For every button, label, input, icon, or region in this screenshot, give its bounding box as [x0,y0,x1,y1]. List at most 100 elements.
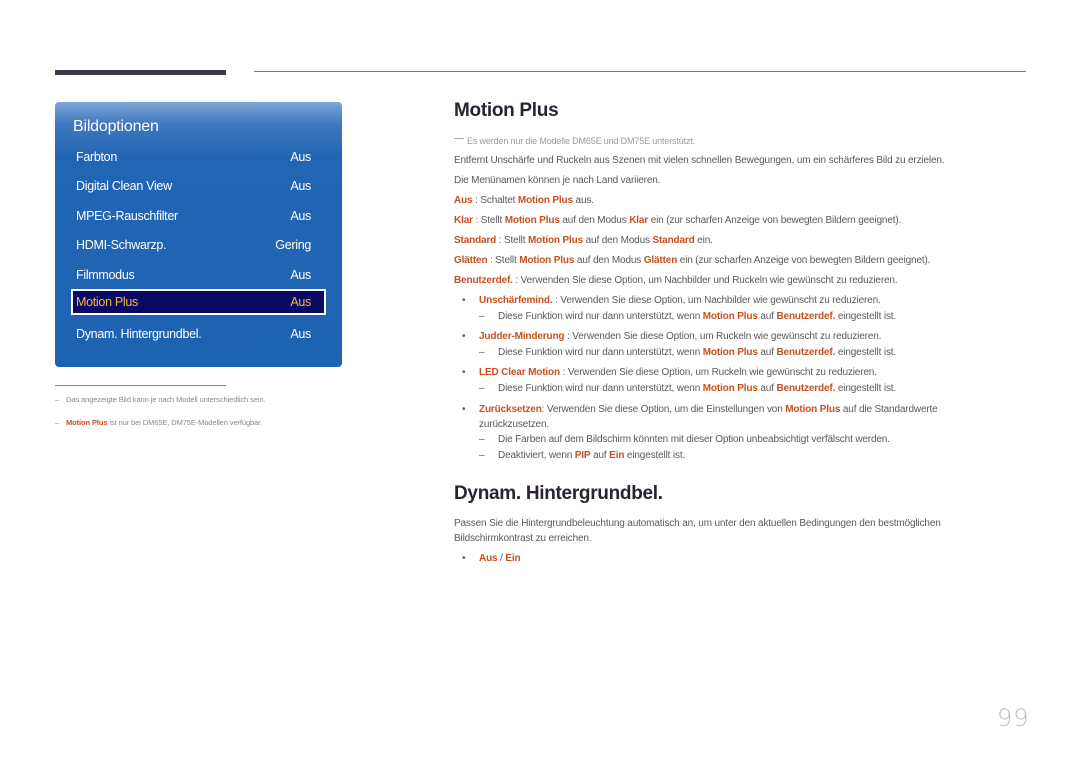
option-text: auf den Modus [583,235,653,246]
option-text: ein. [694,235,713,246]
note-text: auf [757,383,777,394]
option-text: : Stellt [496,235,528,246]
dynam-description-line1: Passen Sie die Hintergrundbeleuchtung au… [454,518,941,529]
header-rule-thin [254,71,1026,72]
osd-item-motion-plus-selected[interactable]: Motion Plus Aus [71,289,326,315]
sub-option-name: LED Clear Motion [479,367,560,378]
osd-item-label: Filmmodus [76,268,135,282]
option-name: Aus [454,195,473,206]
osd-item-dynam-hintergrundbel[interactable]: Dynam. Hintergrundbel. Aus [71,321,326,347]
note-text: Diese Funktion wird nur dann unterstützt… [498,347,703,358]
option-text: auf den Modus [559,215,630,226]
osd-item-value: Aus [290,327,311,341]
note-highlight: Benutzerdef. [776,383,836,394]
note-text: auf [590,450,610,461]
dash-icon: – [479,434,485,445]
option-name: Benutzerdef. [454,275,513,286]
reset-note-pip: – Deaktiviert, wenn PIP auf Ein eingestel… [479,450,685,461]
osd-item-label: MPEG-Rauschfilter [76,209,178,223]
note-text: Diese Funktion wird nur dann unterstützt… [498,383,703,394]
option-highlight: Motion Plus [517,195,573,206]
choice-ein: Ein [505,553,521,564]
sub-option-highlight: Motion Plus [785,404,841,415]
option-highlight: Motion Plus [504,215,560,226]
note-text: Deaktiviert, wenn [498,450,575,461]
note-text: eingestellt ist. [624,450,686,461]
osd-item-label: HDMI-Schwarzp. [76,238,167,252]
footnote-highlight: Motion Plus [66,418,108,427]
menu-names-note: Die Menünamen können je nach Land variie… [454,175,661,186]
osd-item-farbton[interactable]: Farbton Aus [71,144,326,170]
option-text: auf den Modus [574,255,644,266]
dash-icon: – [55,418,60,427]
osd-item-value: Aus [290,150,311,164]
footnote-image-varies: – Das angezeigte Bild kann je nach Modell… [55,395,266,404]
option-klar: Klar : Stellt Motion Plus auf den Modus … [454,215,901,226]
osd-item-value: Gering [275,238,311,252]
osd-menu-title: Bildoptionen [73,118,159,135]
section-title-dynam-hintergrundbel: Dynam. Hintergrundbel. [454,483,663,504]
osd-item-hdmi-schwarzp[interactable]: HDMI-Schwarzp. Gering [71,232,326,258]
osd-item-label: Farbton [76,150,117,164]
option-name: Standard [454,235,497,246]
note-text: eingestellt ist. [835,347,897,358]
osd-item-label: Digital Clean View [76,179,172,193]
option-text: : Stellt [472,215,505,226]
footnote-text: ist nur bei DM65E, DM75E-Modellen verfüg… [107,418,263,427]
sub-option-text: : Verwenden Sie diese Option, um die Ein… [541,404,786,415]
section-title-motion-plus: Motion Plus [454,100,559,121]
sub-option-text: : Verwenden Sie diese Option, um Ruckeln… [559,367,877,378]
sub-option-led-clear-motion: LED Clear Motion : Verwenden Sie diese O… [479,367,877,378]
osd-item-label: Dynam. Hintergrundbel. [76,327,202,341]
option-glaetten: Glätten : Stellt Motion Plus auf den Mod… [454,255,930,266]
note-highlight: Motion Plus [702,311,758,322]
dash-icon: – [479,450,485,461]
sub-option-text: auf die Standardwerte [840,404,938,415]
choice-aus: Aus [479,553,498,564]
osd-item-digital-clean-view[interactable]: Digital Clean View Aus [71,173,326,199]
note-highlight: Benutzerdef. [776,347,836,358]
note-text: eingestellt ist. [835,311,897,322]
note-highlight: Benutzerdef. [776,311,836,322]
option-name: Klar [454,215,473,226]
osd-item-value: Aus [290,268,311,282]
osd-item-mpeg-rauschfilter[interactable]: MPEG-Rauschfilter Aus [71,203,326,229]
model-support-note-text: Es werden nur die Modelle DM65E und DM75… [467,136,696,146]
dash-icon: – [479,383,485,394]
option-standard: Standard : Stellt Motion Plus auf den Mo… [454,235,713,246]
option-text: : Verwenden Sie diese Option, um Nachbil… [512,275,898,286]
option-benutzerdef: Benutzerdef. : Verwenden Sie diese Optio… [454,275,898,286]
option-highlight: Glätten [643,255,678,266]
bullet-icon: • [462,367,466,378]
intro-text: Entfernt Unschärfe und Ruckeln aus Szene… [454,155,945,166]
reset-note-colors: – Die Farben auf dem Bildschirm könnten m… [479,434,890,445]
sub-option-zuruecksetzen: Zurücksetzen: Verwenden Sie diese Option… [479,404,938,415]
sub-option-continuation: zurückzusetzen. [479,419,550,430]
note-dash-icon [454,138,464,140]
note-highlight: Motion Plus [702,383,758,394]
osd-item-filmmodus[interactable]: Filmmodus Aus [71,262,326,288]
option-aus: Aus : Schaltet Motion Plus aus. [454,195,594,206]
option-name: Glätten [454,255,488,266]
option-text: : Stellt [487,255,520,266]
option-highlight: Klar [629,215,649,226]
note-text: eingestellt ist. [835,383,897,394]
bullet-icon: • [462,295,466,306]
sub-option-text: : Verwenden Sie diese Option, um Ruckeln… [564,331,882,342]
sub-option-name: Judder-Minderung [479,331,565,342]
note-highlight: PIP [574,450,591,461]
note-highlight: Motion Plus [702,347,758,358]
sub-option-note: – Diese Funktion wird nur dann unterstütz… [479,347,896,358]
note-text: Die Farben auf dem Bildschirm könnten mi… [498,434,890,445]
note-highlight: Ein [609,450,625,461]
sub-option-judder-minderung: Judder-Minderung : Verwenden Sie diese O… [479,331,881,342]
option-text: ein (zur scharfen Anzeige von bewegten B… [648,215,902,226]
footnote-rule [55,385,226,386]
option-highlight: Standard [652,235,695,246]
osd-item-value: Aus [290,209,311,223]
option-text: : Schaltet [472,195,518,206]
note-text: Diese Funktion wird nur dann unterstützt… [498,311,703,322]
sub-option-text: : Verwenden Sie diese Option, um Nachbil… [552,295,881,306]
dash-icon: – [55,395,60,404]
dynam-description-line2: Bildschirmkontrast zu erreichen. [454,533,592,544]
